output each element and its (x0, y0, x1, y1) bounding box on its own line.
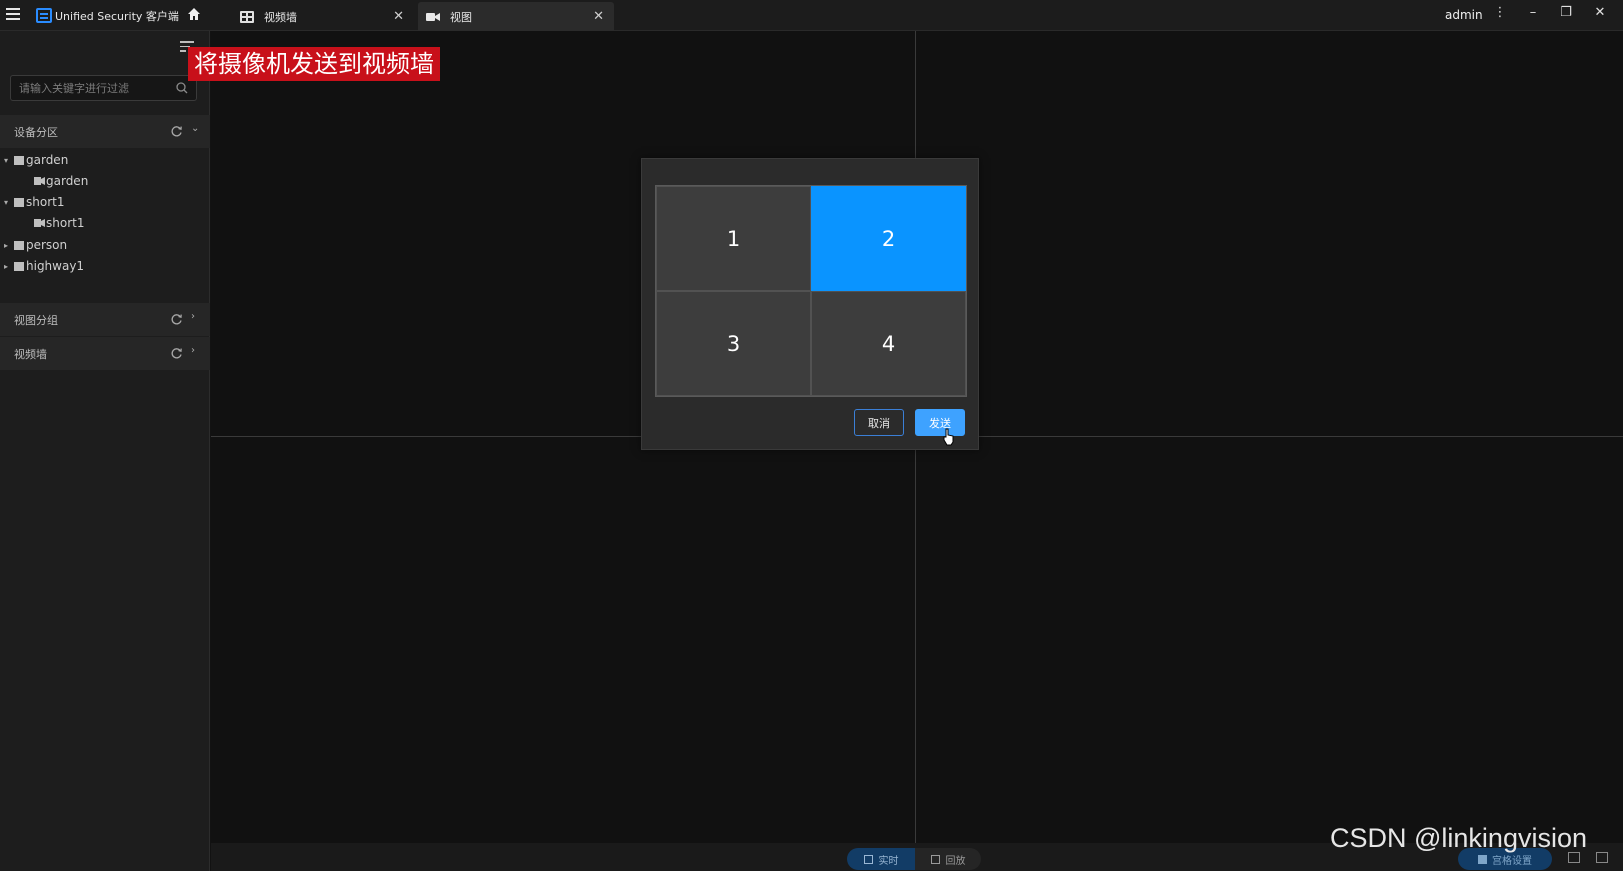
folder-icon (14, 155, 24, 165)
tab-close-icon[interactable]: ✕ (593, 9, 604, 24)
send-to-wall-dialog: 1 2 3 4 取消 发送 (641, 158, 979, 450)
section-device-partition[interactable]: 设备分区 ⌄ (0, 115, 210, 148)
section-label: 视图分组 (14, 314, 58, 327)
video-camera-icon (426, 12, 440, 21)
refresh-icon[interactable] (170, 347, 183, 360)
search-input[interactable] (11, 76, 161, 100)
tab-close-icon[interactable]: ✕ (393, 9, 404, 24)
search-icon[interactable] (176, 82, 188, 94)
grid-icon (240, 10, 254, 23)
section-video-wall[interactable]: 视频墙 › (0, 337, 210, 370)
cancel-button[interactable]: 取消 (854, 409, 904, 436)
grid-settings-icon (1478, 854, 1487, 864)
app-logo-icon (36, 8, 52, 23)
watermark: CSDN @linkingvision (1330, 823, 1587, 853)
section-label: 设备分区 (14, 126, 58, 139)
folder-icon (14, 240, 24, 250)
tree-label: highway1 (26, 259, 85, 273)
section-label: 视频墙 (14, 348, 47, 361)
playback-button[interactable]: 回放 (915, 848, 981, 870)
restore-button[interactable]: ❐ (1556, 5, 1576, 20)
tree-label: short1 (46, 216, 85, 230)
tree-label: short1 (26, 195, 65, 209)
section-view-group[interactable]: 视图分组 › (0, 303, 210, 336)
wall-cell-1[interactable]: 1 (656, 186, 811, 291)
caption-overlay: 将摄像机发送到视频墙 (188, 47, 440, 81)
playback-label: 回放 (945, 855, 966, 867)
live-label: 实时 (878, 855, 899, 867)
sidebar: 设备分区 ⌄ ▾ garden garden ▾ short1 short1 ▸… (0, 31, 210, 871)
app-title: Unified Security 客户端 (55, 10, 179, 23)
more-icon[interactable]: ⋮ (1490, 5, 1510, 20)
folder-icon (14, 197, 24, 207)
wall-cell-4[interactable]: 4 (811, 291, 966, 396)
user-name[interactable]: admin (1445, 8, 1483, 22)
expand-arrow-icon[interactable]: ▾ (4, 198, 14, 207)
tree-label: garden (46, 174, 89, 188)
close-all-icon[interactable] (1596, 852, 1608, 863)
wall-cell-3[interactable]: 3 (656, 291, 811, 396)
camera-icon (34, 219, 45, 227)
folder-icon (14, 261, 24, 271)
expand-arrow-icon[interactable]: ▸ (4, 262, 14, 271)
tree-folder-short1[interactable]: ▾ short1 (4, 193, 64, 211)
tree-label: garden (26, 153, 69, 167)
send-button[interactable]: 发送 (915, 409, 965, 436)
refresh-icon[interactable] (170, 125, 183, 138)
minimize-button[interactable]: – (1523, 5, 1543, 20)
expand-arrow-icon[interactable]: ▸ (4, 241, 14, 250)
tree-folder-garden[interactable]: ▾ garden (4, 151, 68, 169)
playback-icon (930, 854, 940, 864)
wall-grid: 1 2 3 4 (655, 185, 967, 397)
tree-folder-highway1[interactable]: ▸ highway1 (4, 257, 84, 275)
chevron-right-icon[interactable]: › (191, 311, 195, 322)
hamburger-menu-icon[interactable] (6, 8, 20, 22)
mouse-pointer-icon (943, 428, 954, 446)
refresh-icon[interactable] (170, 313, 183, 326)
camera-icon (34, 177, 45, 185)
live-icon (863, 854, 873, 864)
tree-camera-garden[interactable]: garden (34, 172, 88, 190)
tab-video-wall-label: 视频墙 (264, 10, 297, 24)
tree-folder-person[interactable]: ▸ person (4, 236, 67, 254)
home-icon[interactable] (187, 7, 201, 21)
close-button[interactable]: ✕ (1590, 5, 1610, 20)
wall-cell-2[interactable]: 2 (811, 186, 966, 291)
live-button[interactable]: 实时 (847, 848, 915, 870)
expand-arrow-icon[interactable]: ▾ (4, 156, 14, 165)
tree-camera-short1[interactable]: short1 (34, 214, 84, 232)
tab-view[interactable]: 视图 ✕ (418, 2, 614, 31)
chevron-right-icon[interactable]: › (191, 345, 195, 356)
search-box (10, 75, 197, 101)
tab-view-label: 视图 (450, 10, 472, 24)
title-bar: Unified Security 客户端 视频墙 ✕ 视图 ✕ admin ⋮ … (0, 0, 1623, 31)
tab-video-wall[interactable]: 视频墙 ✕ (232, 2, 414, 31)
tree-label: person (26, 238, 68, 252)
chevron-down-icon[interactable]: ⌄ (191, 123, 199, 134)
